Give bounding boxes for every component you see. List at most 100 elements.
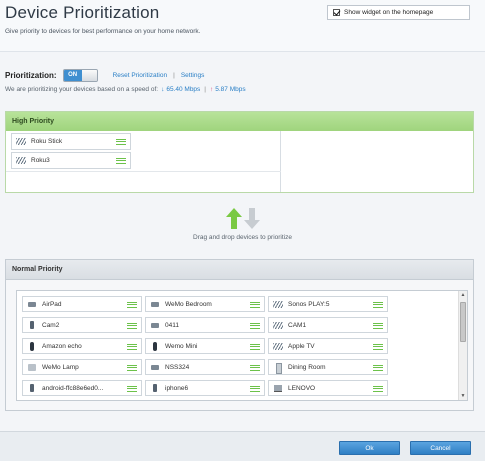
- device-name: Cam2: [42, 321, 60, 329]
- wifi-icon: [273, 342, 283, 350]
- device-tile[interactable]: Sonos PLAY:5: [268, 296, 388, 312]
- prioritization-controls: Prioritization: ON Reset Prioritization …: [5, 68, 204, 82]
- device-tile[interactable]: Apple TV: [268, 338, 388, 354]
- normal-priority-list[interactable]: ▲ ▼ AirPad WeMo Bedroom Sonos PLAY:5 Cam2 04…: [16, 290, 468, 401]
- show-widget-checkbox[interactable]: Show widget on the homepage: [327, 5, 470, 20]
- list-divider: [6, 171, 281, 172]
- drag-handle-icon[interactable]: [373, 323, 383, 329]
- device-tile[interactable]: Dining Room: [268, 359, 388, 375]
- device-tile[interactable]: WeMo Bedroom: [145, 296, 265, 312]
- device-tile[interactable]: android-ffc88e6ed0...: [22, 380, 142, 396]
- drag-handle-icon[interactable]: [373, 386, 383, 392]
- box-icon: [150, 301, 160, 308]
- drag-hint-text: Drag and drop devices to prioritize: [193, 234, 292, 241]
- high-priority-dropzone[interactable]: Roku Stick Roku3: [6, 131, 473, 192]
- drag-handle-icon[interactable]: [127, 365, 137, 371]
- device-name: Roku3: [31, 157, 50, 164]
- phone-icon: [27, 320, 37, 329]
- scroll-thumb[interactable]: [460, 302, 466, 342]
- show-widget-label: Show widget on the homepage: [344, 9, 434, 16]
- drag-handle-icon[interactable]: [250, 365, 260, 371]
- download-speed: 65.40 Mbps: [166, 86, 201, 93]
- device-tile[interactable]: 0411: [145, 317, 265, 333]
- footer: Ok Cancel: [0, 431, 485, 461]
- cylinder-icon: [150, 341, 160, 351]
- device-tile-roku-stick[interactable]: Roku Stick: [11, 133, 131, 150]
- drag-hint: Drag and drop devices to prioritize: [0, 208, 485, 241]
- speed-prefix: We are prioritizing your devices based o…: [5, 86, 159, 93]
- box-icon: [150, 322, 160, 329]
- device-name: 0411: [165, 321, 179, 329]
- toggle-on-label: ON: [63, 69, 82, 81]
- link-separator: |: [173, 71, 175, 79]
- page-title: Device Prioritization: [5, 3, 160, 22]
- device-name: NSS324: [165, 363, 190, 371]
- up-down-arrows-icon: [225, 208, 260, 229]
- device-tile[interactable]: NSS324: [145, 359, 265, 375]
- wifi-icon: [16, 138, 26, 145]
- upload-arrow-icon: ↑: [210, 86, 214, 93]
- device-name: iphone6: [165, 384, 189, 392]
- device-name: WeMo Bedroom: [165, 300, 212, 308]
- drag-handle-icon[interactable]: [250, 323, 260, 329]
- device-tile[interactable]: Cam2: [22, 317, 142, 333]
- drag-handle-icon[interactable]: [373, 302, 383, 308]
- box-icon: [27, 301, 37, 308]
- normal-priority-header: Normal Priority: [6, 260, 473, 280]
- drag-handle-icon[interactable]: [250, 386, 260, 392]
- prioritization-label: Prioritization:: [5, 70, 57, 80]
- wifi-icon: [273, 300, 283, 308]
- device-name: Dining Room: [288, 363, 326, 371]
- wifi-icon: [16, 157, 26, 164]
- normal-priority-panel: Normal Priority ▲ ▼ AirPad WeMo Bedroom So…: [5, 259, 474, 411]
- drag-handle-icon[interactable]: [127, 302, 137, 308]
- drag-handle-icon[interactable]: [250, 302, 260, 308]
- prioritization-toggle[interactable]: ON: [62, 68, 98, 82]
- device-tile[interactable]: Amazon echo: [22, 338, 142, 354]
- device-tile[interactable]: iphone6: [145, 380, 265, 396]
- speed-info: We are prioritizing your devices based o…: [5, 86, 246, 93]
- ok-button[interactable]: Ok: [339, 441, 400, 455]
- scroll-down-icon[interactable]: ▼: [459, 392, 467, 400]
- lamp-icon: [27, 363, 37, 371]
- drag-handle-icon[interactable]: [127, 386, 137, 392]
- laptop-icon: [273, 384, 283, 392]
- device-tile[interactable]: WeMo Lamp: [22, 359, 142, 375]
- scroll-up-icon[interactable]: ▲: [459, 291, 467, 299]
- cancel-button[interactable]: Cancel: [410, 441, 471, 455]
- device-name: Apple TV: [288, 342, 315, 350]
- download-arrow-icon: ↓: [161, 86, 165, 93]
- checkbox-checked-icon[interactable]: [333, 9, 340, 16]
- upload-speed: 5.87 Mbps: [215, 86, 246, 93]
- drag-handle-icon[interactable]: [373, 365, 383, 371]
- device-tile[interactable]: LENOVO: [268, 380, 388, 396]
- reset-prioritization-link[interactable]: Reset Prioritization: [113, 72, 168, 79]
- drag-handle-icon[interactable]: [127, 323, 137, 329]
- page-subtitle: Give priority to devices for best perfor…: [5, 28, 201, 35]
- phone-icon: [27, 383, 37, 392]
- drag-handle-icon[interactable]: [250, 344, 260, 350]
- device-tile[interactable]: AirPad: [22, 296, 142, 312]
- device-tile-roku3[interactable]: Roku3: [11, 152, 131, 169]
- settings-link[interactable]: Settings: [181, 72, 205, 79]
- drag-handle-icon[interactable]: [116, 139, 126, 145]
- drag-arrows: [0, 208, 485, 230]
- device-tile[interactable]: Wemo Mini: [145, 338, 265, 354]
- phone-icon: [150, 383, 160, 392]
- box-icon: [150, 364, 160, 371]
- device-tile[interactable]: CAM1: [268, 317, 388, 333]
- drag-handle-icon[interactable]: [127, 344, 137, 350]
- drag-handle-icon[interactable]: [116, 158, 126, 164]
- device-name: android-ffc88e6ed0...: [42, 384, 104, 392]
- device-name: CAM1: [288, 321, 307, 329]
- drag-handle-icon[interactable]: [373, 344, 383, 350]
- panel-divider: [280, 131, 281, 192]
- device-name: Roku Stick: [31, 138, 63, 145]
- cylinder-icon: [27, 341, 37, 351]
- device-name: Wemo Mini: [165, 342, 198, 350]
- speed-separator: |: [204, 86, 206, 93]
- page-header: Device Prioritization Give priority to d…: [0, 0, 485, 52]
- device-name: Amazon echo: [42, 342, 82, 350]
- high-priority-panel: High Priority Roku Stick Roku3: [5, 111, 474, 193]
- scrollbar[interactable]: ▲ ▼: [458, 291, 467, 400]
